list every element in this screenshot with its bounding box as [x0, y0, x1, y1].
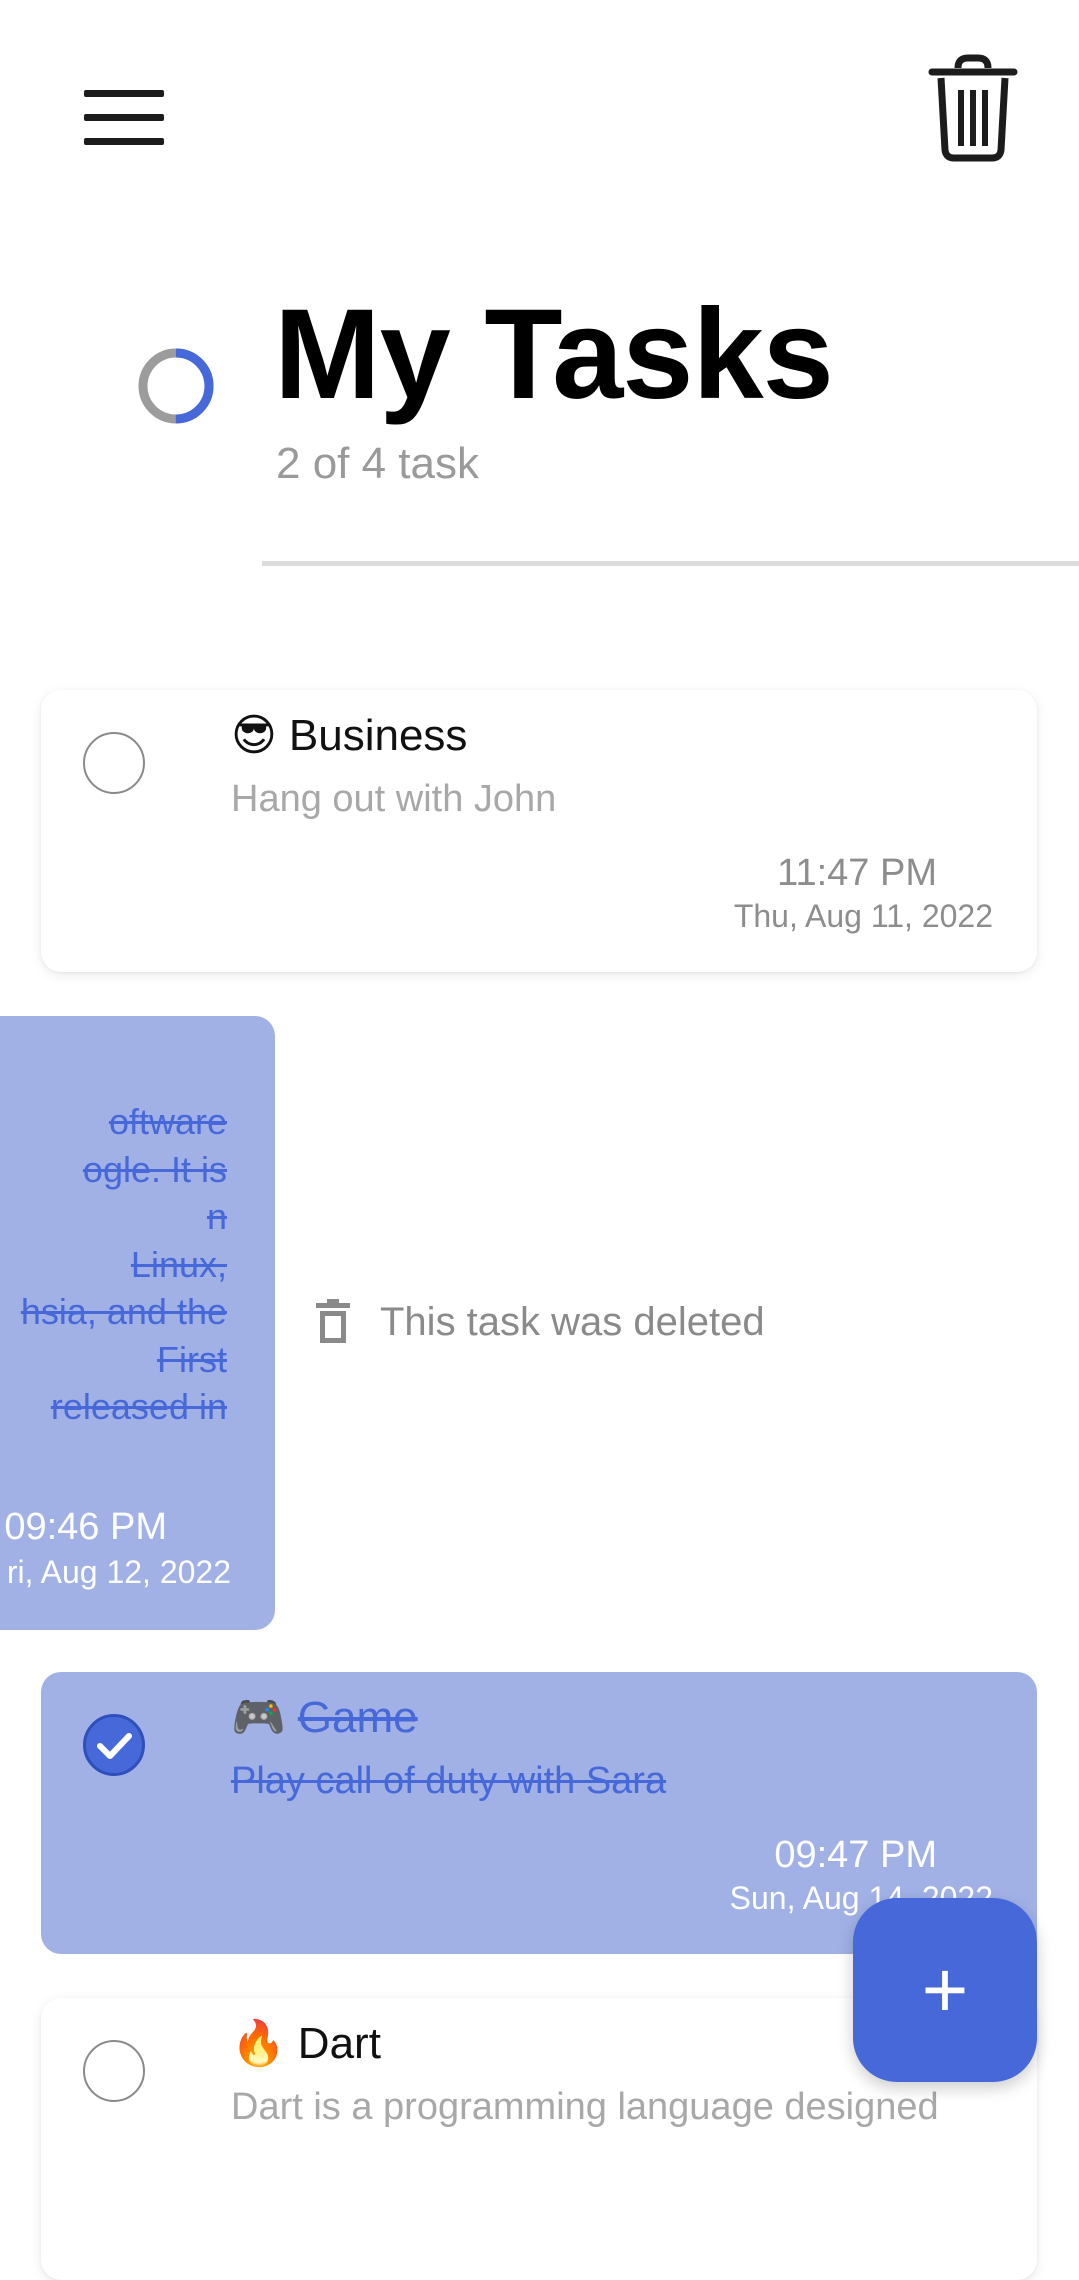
- task-checkbox[interactable]: [83, 1714, 145, 1776]
- deleted-notice: This task was deleted: [316, 1296, 765, 1348]
- checkmark-icon: [97, 1733, 132, 1759]
- task-checkbox[interactable]: [83, 2040, 145, 2102]
- header-divider: [262, 561, 1079, 566]
- task-emoji: 🔥: [231, 2019, 286, 2068]
- task-title: Game: [297, 1693, 418, 1742]
- task-emoji: 🎮: [231, 1693, 286, 1742]
- task-emoji: 😎: [231, 711, 277, 760]
- deleted-notice-text: This task was deleted: [380, 1299, 765, 1344]
- task-title: Dart: [297, 2019, 381, 2068]
- trash-icon: [316, 1299, 350, 1343]
- trash-icon: [928, 54, 1018, 162]
- task-description: Hang out with John: [231, 778, 557, 820]
- task-description: oftware ogle. It is n Linux, hsia, and t…: [20, 1101, 227, 1427]
- task-checkbox[interactable]: [83, 732, 145, 794]
- task-time: 11:47 PM: [777, 852, 937, 894]
- plus-icon: +: [921, 1945, 969, 2034]
- task-time: 09:46 PM: [4, 1506, 167, 1548]
- task-date: ri, Aug 12, 2022: [6, 1554, 231, 1590]
- page-title: My Tasks: [274, 283, 834, 426]
- task-description: Dart is a programming language designed: [231, 2086, 939, 2128]
- menu-button[interactable]: [84, 90, 164, 146]
- add-task-button[interactable]: +: [853, 1898, 1037, 2082]
- swiped-task-card[interactable]: oftware ogle. It is n Linux, hsia, and t…: [0, 1016, 275, 1630]
- task-time: 09:47 PM: [774, 1834, 937, 1876]
- task-description: Play call of duty with Sara: [231, 1760, 667, 1802]
- progress-ring: [136, 346, 216, 426]
- delete-all-button[interactable]: [928, 54, 1018, 164]
- task-date: Thu, Aug 11, 2022: [733, 898, 993, 934]
- task-card[interactable]: 😎 Business Hang out with John 11:47 PM Th…: [41, 690, 1037, 972]
- task-title: Business: [288, 711, 468, 760]
- task-count: 2 of 4 task: [276, 439, 480, 488]
